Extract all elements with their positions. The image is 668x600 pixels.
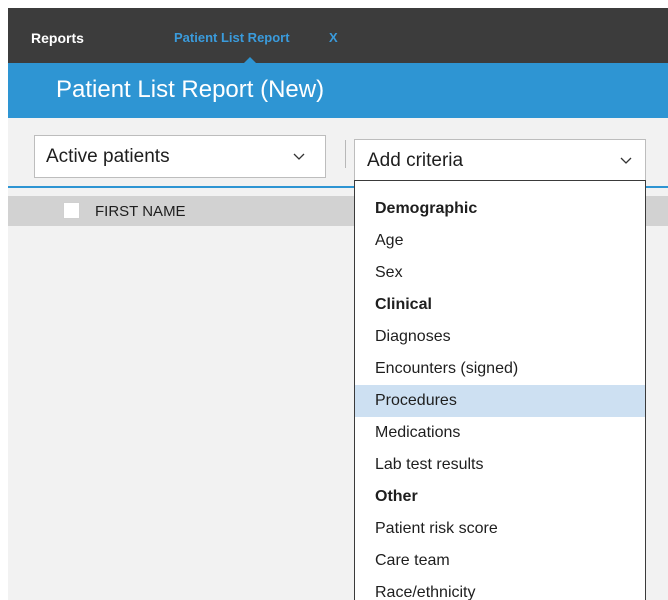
menu-item-diagnoses[interactable]: Diagnoses	[355, 321, 645, 353]
menu-group-demographic: Demographic	[375, 200, 478, 217]
menu-group-other: Other	[375, 488, 418, 505]
menu-item-patient-risk-score[interactable]: Patient risk score	[355, 513, 645, 545]
patient-filter-value: Active patients	[46, 146, 170, 167]
app-frame: Reports Patient List Report X Patient Li…	[8, 8, 668, 600]
tab-reports[interactable]: Reports	[31, 30, 84, 46]
patient-filter-select[interactable]: Active patients	[34, 135, 326, 178]
tab-patient-list-report[interactable]: Patient List Report	[174, 30, 290, 45]
add-criteria-label: Add criteria	[367, 150, 464, 171]
menu-item-race-ethnicity[interactable]: Race/ethnicity	[355, 577, 645, 600]
menu-item-medications[interactable]: Medications	[355, 417, 645, 449]
menu-item-lab-test-results[interactable]: Lab test results	[355, 449, 645, 481]
menu-item-sex[interactable]: Sex	[355, 257, 645, 289]
chevron-down-icon	[620, 157, 632, 164]
tab-bar: Reports Patient List Report X	[8, 8, 668, 63]
criteria-dropdown-menu: Demographic Age Sex Clinical Diagnoses E…	[354, 180, 646, 600]
menu-item-care-team[interactable]: Care team	[355, 545, 645, 577]
page-header: Patient List Report (New)	[8, 63, 668, 118]
add-criteria-select[interactable]: Add criteria	[354, 139, 646, 181]
tab-close-button[interactable]: X	[329, 30, 338, 45]
menu-item-procedures[interactable]: Procedures	[355, 385, 645, 417]
select-all-checkbox[interactable]	[63, 202, 80, 219]
filter-separator	[345, 140, 346, 168]
menu-item-encounters-signed[interactable]: Encounters (signed)	[355, 353, 645, 385]
chevron-down-icon	[293, 153, 305, 160]
menu-item-age[interactable]: Age	[355, 225, 645, 257]
page-title: Patient List Report (New)	[56, 76, 325, 103]
menu-group-clinical: Clinical	[375, 296, 432, 313]
column-header-first-name[interactable]: FIRST NAME	[95, 203, 186, 220]
